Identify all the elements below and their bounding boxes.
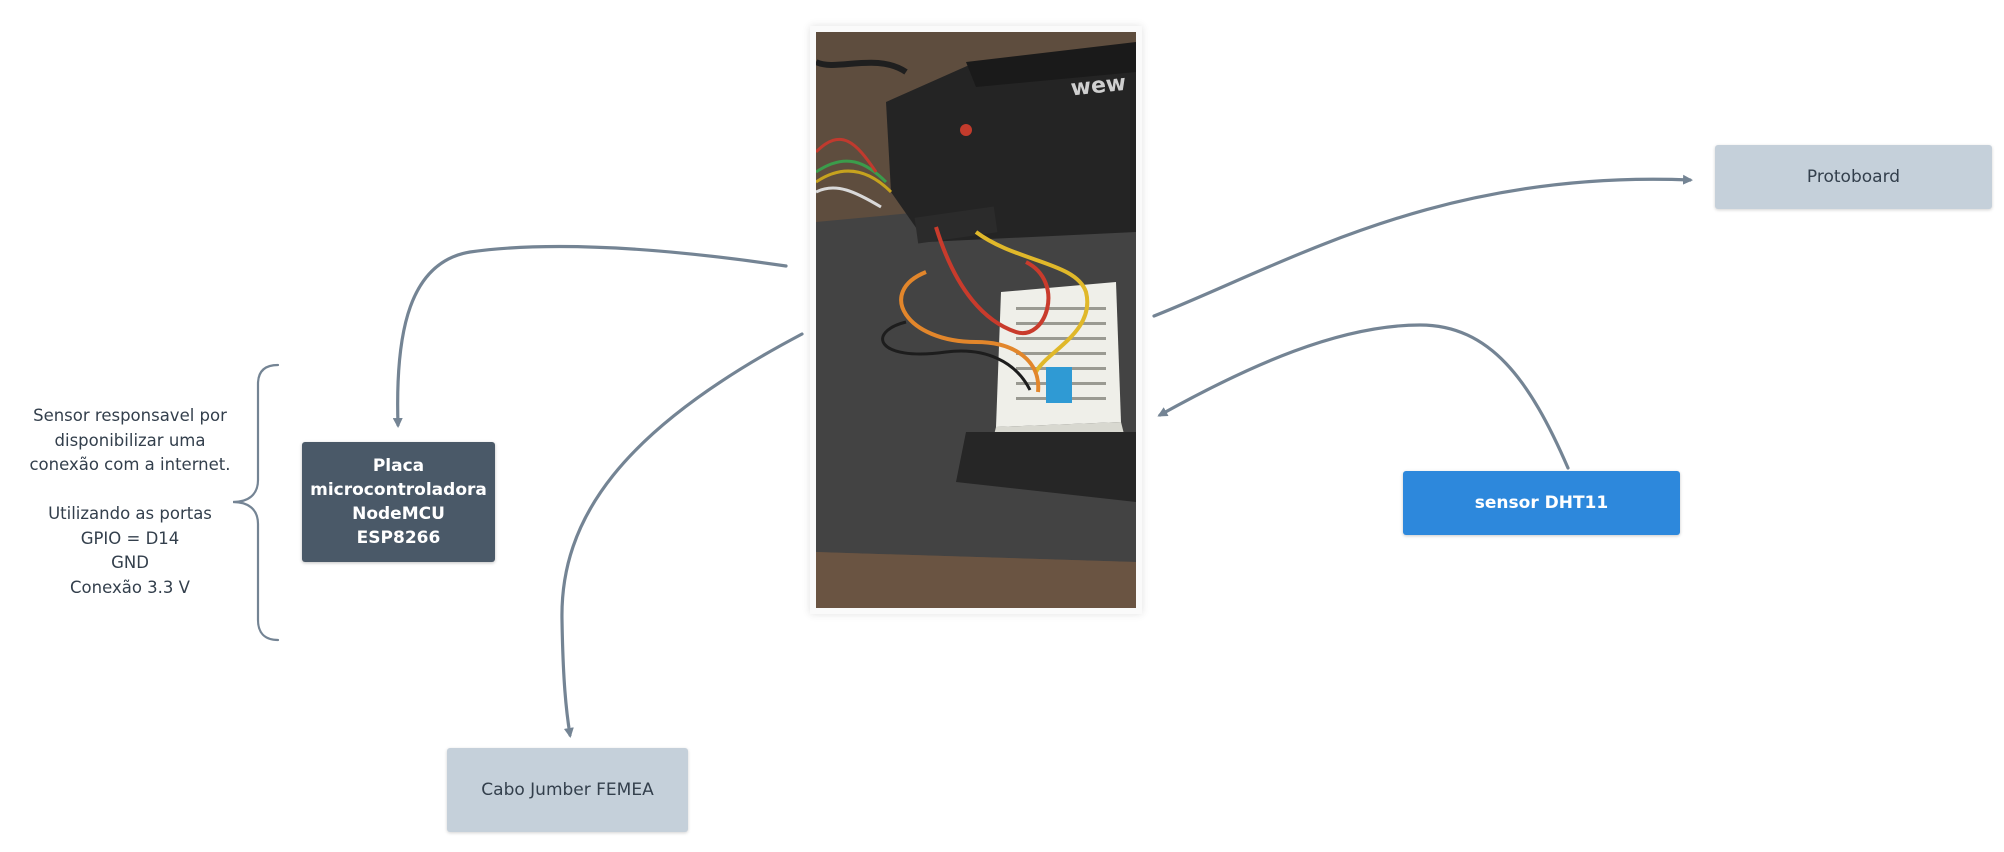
arrow-dht11-to-photo [1157, 323, 1570, 470]
node-cabo-jumper[interactable]: Cabo Jumber FEMEA [447, 748, 688, 832]
setup-photo: wew [810, 26, 1142, 614]
annotation-line: GPIO = D14 [80, 528, 180, 548]
annotation-text: Sensor responsavel por disponibilizar um… [10, 404, 250, 600]
node-sensor-dht11-label: sensor DHT11 [1474, 492, 1609, 513]
node-protoboard-label: Protoboard [1806, 166, 1901, 187]
arrow-photo-to-protoboard [1152, 174, 1693, 318]
annotation-line: disponibilizar uma [54, 430, 206, 450]
node-cabo-jumper-label: Cabo Jumber FEMEA [481, 779, 654, 800]
node-nodemcu-label: Placa microcontroladora NodeMCU ESP8266 [310, 455, 487, 549]
node-nodemcu[interactable]: Placa microcontroladora NodeMCU ESP8266 [302, 442, 495, 562]
node-sensor-dht11[interactable]: sensor DHT11 [1403, 471, 1680, 535]
annotation-line: GND [111, 553, 149, 572]
annotation-line: Utilizando as portas [48, 504, 212, 523]
node-protoboard[interactable]: Protoboard [1715, 145, 1992, 209]
arrow-photo-to-nodemcu [392, 244, 788, 428]
annotation-line: conexão com a internet. [29, 455, 231, 474]
annotation-spacer [10, 478, 250, 503]
annotation-line: Conexão 3.3 V [70, 577, 190, 597]
arrow-photo-to-cabo [560, 332, 804, 738]
breadboard-photo-illustration: wew [814, 32, 1136, 608]
annotation-line: Sensor responsavel por [33, 406, 227, 425]
